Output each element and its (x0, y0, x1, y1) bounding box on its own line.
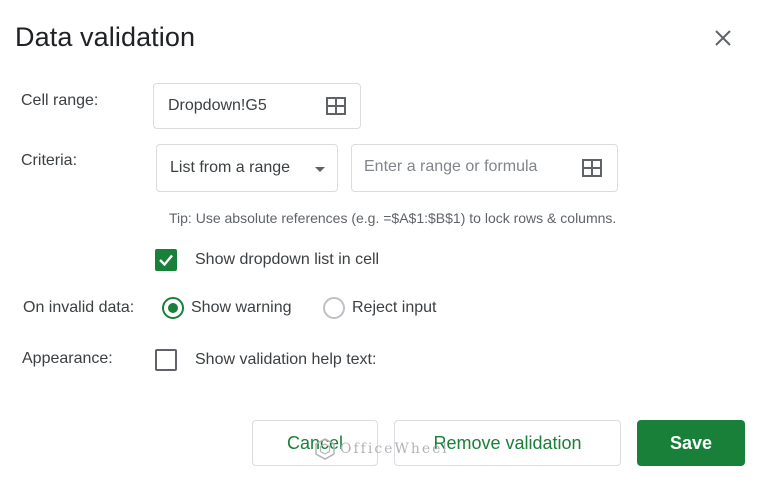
show-dropdown-checkbox[interactable] (155, 249, 177, 271)
appearance-label: Appearance: (22, 350, 113, 367)
cell-range-label: Cell range: (21, 92, 99, 109)
cell-range-value: Dropdown!G5 (168, 97, 267, 114)
help-text-label: Show validation help text: (195, 351, 377, 368)
hexagon-logo-icon (315, 438, 335, 460)
criteria-tip: Tip: Use absolute references (e.g. =$A$1… (169, 210, 617, 226)
reject-input-label: Reject input (352, 299, 437, 316)
grid-icon[interactable] (582, 159, 602, 177)
check-icon (159, 254, 173, 267)
watermark: OfficeWheel (314, 438, 449, 460)
dialog-title: Data validation (15, 22, 196, 52)
criteria-type-select[interactable]: List from a range (156, 144, 338, 192)
help-text-checkbox[interactable] (155, 349, 177, 371)
close-icon[interactable] (712, 27, 734, 49)
criteria-type-value: List from a range (170, 159, 291, 176)
show-warning-radio[interactable] (162, 297, 184, 319)
grid-icon[interactable] (326, 97, 346, 115)
reject-input-radio[interactable] (323, 297, 345, 319)
criteria-range-input[interactable]: Enter a range or formula (351, 144, 618, 192)
show-warning-label: Show warning (191, 299, 292, 316)
data-validation-dialog: Data validation Cell range: Dropdown!G5 … (0, 0, 768, 487)
show-dropdown-label: Show dropdown list in cell (195, 251, 380, 268)
criteria-label: Criteria: (21, 152, 78, 169)
save-button[interactable]: Save (637, 420, 745, 466)
watermark-text: OfficeWheel (340, 441, 449, 457)
invalid-data-label: On invalid data: (23, 299, 135, 316)
chevron-down-icon (315, 167, 325, 172)
cell-range-input[interactable]: Dropdown!G5 (153, 83, 361, 129)
criteria-range-placeholder: Enter a range or formula (364, 158, 538, 175)
